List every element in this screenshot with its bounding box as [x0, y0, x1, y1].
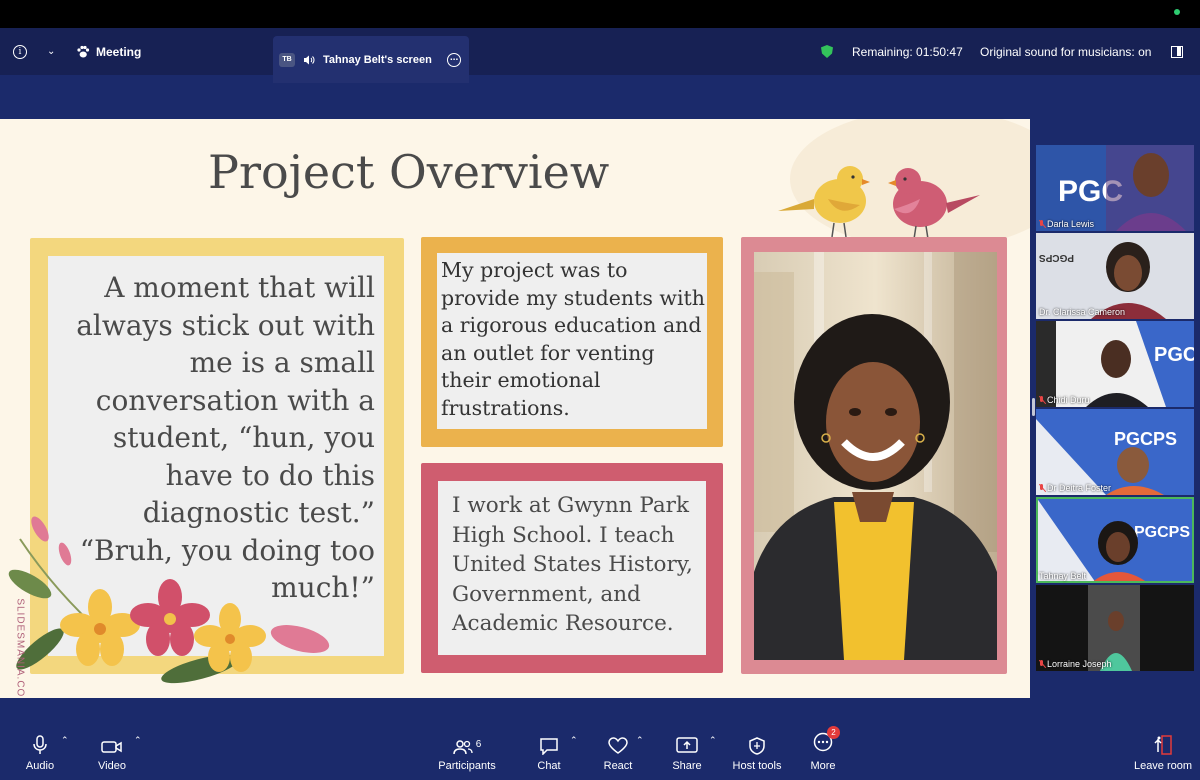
chat-options-chevron-icon[interactable]: ⌃ [570, 735, 578, 746]
microphone-icon [33, 735, 47, 754]
more-label: More [810, 760, 836, 772]
project-text: My project was to provide my students wi… [441, 258, 705, 420]
birds-illustration [778, 166, 980, 240]
meeting-info-button[interactable]: i [13, 28, 27, 75]
heart-icon [608, 737, 628, 754]
slide-watermark: SLIDESMANIA.COM [14, 598, 26, 698]
participants-icon [452, 740, 473, 755]
leave-room-label: Leave room [1133, 760, 1193, 772]
work-text: I work at Gwynn Park High School. I teac… [452, 493, 693, 636]
more-button[interactable]: 2 More [808, 720, 840, 780]
svg-text:PGCPS: PGCPS [1134, 524, 1190, 541]
svg-text:PGCPS: PGCPS [1114, 429, 1177, 449]
presenter-initials: TB [279, 52, 295, 67]
participant-tile[interactable]: Lorraine Joseph [1036, 585, 1194, 671]
share-options-chevron-icon[interactable]: ⌃ [709, 735, 717, 746]
leave-room-button[interactable]: Leave room [1133, 720, 1193, 780]
project-card-inner: My project was to provide my students wi… [437, 253, 707, 429]
muted-mic-icon [1039, 220, 1045, 228]
shield-icon [821, 45, 833, 58]
audio-options-chevron-icon[interactable]: ⌃ [61, 735, 69, 746]
screen-share-tab[interactable]: TB Tahnay Belt's screen ⋯ [273, 36, 469, 83]
chevron-down-icon[interactable]: ⌄ [47, 28, 55, 75]
muted-mic-icon [1039, 660, 1045, 668]
slide-title: Project Overview [208, 145, 610, 199]
host-tools-label: Host tools [732, 760, 782, 772]
speaker-icon [304, 55, 315, 64]
participant-name: Darla Lewis [1039, 219, 1094, 229]
paw-icon [77, 45, 90, 57]
more-notification-badge: 2 [827, 726, 840, 739]
audio-button[interactable]: Audio [25, 720, 55, 780]
share-label: Share [672, 760, 702, 772]
encryption-indicator[interactable] [821, 28, 833, 75]
system-top-strip [0, 0, 1200, 28]
more-options-icon[interactable]: ⋯ [447, 52, 461, 67]
participant-name: Tahnay Belt [1039, 571, 1087, 581]
react-options-chevron-icon[interactable]: ⌃ [636, 735, 644, 746]
view-layout-button[interactable] [1171, 28, 1183, 75]
react-button[interactable]: React [603, 720, 633, 780]
video-options-chevron-icon[interactable]: ⌃ [134, 735, 142, 746]
participant-tile[interactable]: PGCPS Dr Deitra Foster [1036, 409, 1194, 495]
participant-name: Dr Deitra Foster [1039, 483, 1111, 493]
chat-button[interactable]: Chat [535, 720, 563, 780]
flowers-illustration [8, 516, 330, 684]
participant-tile-active-speaker[interactable]: PGCPS Tahnay Belt [1036, 497, 1194, 583]
participant-tile[interactable]: PGCI Chidi Duru [1036, 321, 1194, 407]
participant-gallery: PGC Darla Lewis PGCPS Dr. Clarissa Camer… [1036, 145, 1194, 673]
svg-text:PGCPS: PGCPS [1039, 252, 1074, 263]
shared-slide: Project Overview A moment that will alwa… [0, 119, 1030, 698]
chat-label: Chat [537, 760, 561, 772]
react-label: React [603, 760, 633, 772]
original-sound-status[interactable]: Original sound for musicians: on [980, 28, 1151, 75]
work-card: I work at Gwynn Park High School. I teac… [421, 463, 723, 673]
audio-label: Audio [25, 760, 55, 772]
participant-name: Lorraine Joseph [1039, 659, 1112, 669]
share-button[interactable]: Share [672, 720, 702, 780]
gallery-resize-handle[interactable] [1032, 398, 1035, 416]
meeting-menu[interactable]: Meeting [76, 28, 141, 75]
meeting-toolbar: Audio ⌃ Video ⌃ 6 Participants Chat ⌃ Re… [0, 720, 1200, 780]
host-shield-icon [749, 737, 765, 755]
layout-icon [1171, 45, 1183, 58]
remaining-time: Remaining: 01:50:47 [852, 44, 963, 59]
meeting-label: Meeting [96, 44, 142, 59]
info-icon: i [13, 44, 27, 59]
video-label: Video [98, 760, 126, 772]
svg-text:PGCI: PGCI [1154, 344, 1194, 366]
video-button[interactable]: Video [96, 720, 128, 780]
meeting-top-bar: i ⌄ Meeting TB Tahnay Belt's screen ⋯ Re… [0, 28, 1200, 83]
chat-icon [540, 738, 558, 755]
participants-label: Participants [438, 760, 496, 772]
status-dot [1174, 9, 1180, 15]
muted-mic-icon [1039, 396, 1045, 404]
participant-tile[interactable]: PGCPS Dr. Clarissa Cameron [1036, 233, 1194, 319]
video-camera-icon [101, 741, 122, 753]
participants-count: 6 [475, 739, 482, 750]
participant-name: Dr. Clarissa Cameron [1039, 307, 1126, 317]
participant-tile[interactable]: PGC Darla Lewis [1036, 145, 1194, 231]
leave-door-icon [1154, 735, 1172, 755]
screen-tab-label: Tahnay Belt's screen [323, 53, 432, 66]
project-card: My project was to provide my students wi… [421, 237, 723, 447]
muted-mic-icon [1039, 484, 1045, 492]
host-tools-button[interactable]: Host tools [731, 720, 783, 780]
participant-name: Chidi Duru [1039, 395, 1090, 405]
participants-button[interactable]: 6 Participants [437, 720, 497, 780]
work-card-inner: I work at Gwynn Park High School. I teac… [438, 481, 706, 655]
share-screen-icon [676, 737, 698, 753]
presenter-photo [754, 252, 997, 660]
